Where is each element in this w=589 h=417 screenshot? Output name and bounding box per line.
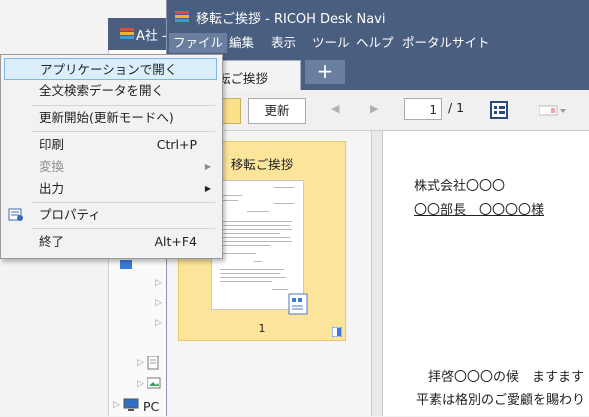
shortcut-exit: Alt+F4 xyxy=(154,234,197,249)
thumbnail-page-number: 1 xyxy=(258,322,266,335)
document-line: 平素は格別のご愛顧を賜わり xyxy=(416,393,586,408)
document-view: 株式会社〇〇〇 〇〇部長 〇〇〇〇様 拝啓〇〇〇の候 ますます 平素は格別のご愛… xyxy=(372,131,589,416)
expand-arrow-icon[interactable]: ▷ xyxy=(113,400,120,410)
toolbar: 更新 ◀ ▶ 1 / 1 xyxy=(167,90,589,131)
tree-item-label: PC xyxy=(143,399,160,414)
shortcut-print: Ctrl+P xyxy=(156,137,197,152)
app-logo-icon xyxy=(120,28,134,39)
menu-file[interactable]: ファイル xyxy=(169,33,228,53)
next-page-icon[interactable]: ▶ xyxy=(370,102,378,115)
thumbnail-view-icon[interactable] xyxy=(490,101,508,119)
expand-arrow-icon[interactable]: ▷ xyxy=(137,379,144,389)
new-tab-button[interactable]: + xyxy=(305,60,345,84)
menubar: ファイル 編集 表示 ツール ヘルプ ポータルサイト xyxy=(167,32,589,54)
menu-tools[interactable]: ツール xyxy=(308,33,354,53)
page-total: / 1 xyxy=(448,100,465,115)
image-icon xyxy=(147,377,161,389)
menu-portal-site[interactable]: ポータルサイト xyxy=(398,33,494,53)
main-window: 移転ご挨拶 - RICOH Desk Navi ファイル 編集 表示 ツール ヘ… xyxy=(166,0,589,416)
expand-arrow-icon[interactable]: ▷ xyxy=(155,298,162,308)
window-title: 移転ご挨拶 - RICOH Desk Navi xyxy=(196,12,386,27)
tab-label: 転ご挨拶 xyxy=(218,71,269,86)
properties-icon xyxy=(8,208,23,221)
tree-item-pc[interactable]: ▷ PC xyxy=(113,397,173,417)
folder-icon xyxy=(120,260,132,269)
file-menu-dropdown: アプリケーションで開く 全文検索データを開く 更新開始(更新モードへ) 印刷 C… xyxy=(0,54,223,259)
document-line: 株式会社〇〇〇 xyxy=(414,179,506,194)
background-window-titlebar[interactable]: A社 - xyxy=(108,18,172,50)
expand-arrow-icon[interactable]: ▷ xyxy=(137,358,144,368)
titlebar[interactable]: 移転ご挨拶 - RICOH Desk Navi xyxy=(167,0,589,32)
menu-view[interactable]: 表示 xyxy=(267,33,300,53)
document-line: 〇〇部長 〇〇〇〇様 xyxy=(414,203,545,218)
page-marker-icon xyxy=(332,327,342,337)
background-window-title: A社 - xyxy=(136,29,167,44)
menu-item-open-fulltext-data[interactable]: 全文検索データを開く xyxy=(4,80,217,102)
document-link-icon xyxy=(288,293,308,315)
thumbnail-paper xyxy=(211,180,304,310)
computer-icon xyxy=(123,398,139,411)
menu-separator xyxy=(32,228,215,229)
expand-arrow-icon[interactable]: ▷ xyxy=(155,318,162,328)
app-logo-icon xyxy=(175,11,189,22)
menu-item-output[interactable]: 出力 ▶ xyxy=(4,178,217,200)
menu-item-open-with-application[interactable]: アプリケーションで開く xyxy=(4,58,217,80)
menu-item-properties[interactable]: プロパティ xyxy=(4,204,217,226)
submenu-arrow-icon: ▶ xyxy=(204,162,211,171)
page-number-input[interactable]: 1 xyxy=(404,98,442,120)
submenu-arrow-icon: ▶ xyxy=(204,184,211,193)
color-select-icon[interactable] xyxy=(539,105,567,117)
expand-arrow-icon[interactable]: ▷ xyxy=(155,278,162,288)
menu-item-start-update[interactable]: 更新開始(更新モードへ) xyxy=(4,107,217,129)
menu-item-print[interactable]: 印刷 Ctrl+P xyxy=(4,134,217,156)
menu-separator xyxy=(32,105,215,106)
menu-separator xyxy=(32,202,215,203)
document-line: 拝啓〇〇〇の候 ますます xyxy=(428,370,585,385)
document-icon xyxy=(147,356,159,370)
menu-separator xyxy=(32,131,215,132)
tab-bar: 転ご挨拶 + xyxy=(167,54,589,91)
menu-item-exit[interactable]: 終了 Alt+F4 xyxy=(4,231,217,253)
prev-page-icon[interactable]: ◀ xyxy=(331,102,339,115)
menu-help[interactable]: ヘルプ xyxy=(352,33,398,53)
update-button[interactable]: 更新 xyxy=(248,98,306,124)
document-page: 株式会社〇〇〇 〇〇部長 〇〇〇〇様 拝啓〇〇〇の候 ますます 平素は格別のご愛… xyxy=(382,131,589,416)
menu-edit[interactable]: 編集 xyxy=(225,33,258,53)
menu-item-convert[interactable]: 変換 ▶ xyxy=(4,156,217,178)
